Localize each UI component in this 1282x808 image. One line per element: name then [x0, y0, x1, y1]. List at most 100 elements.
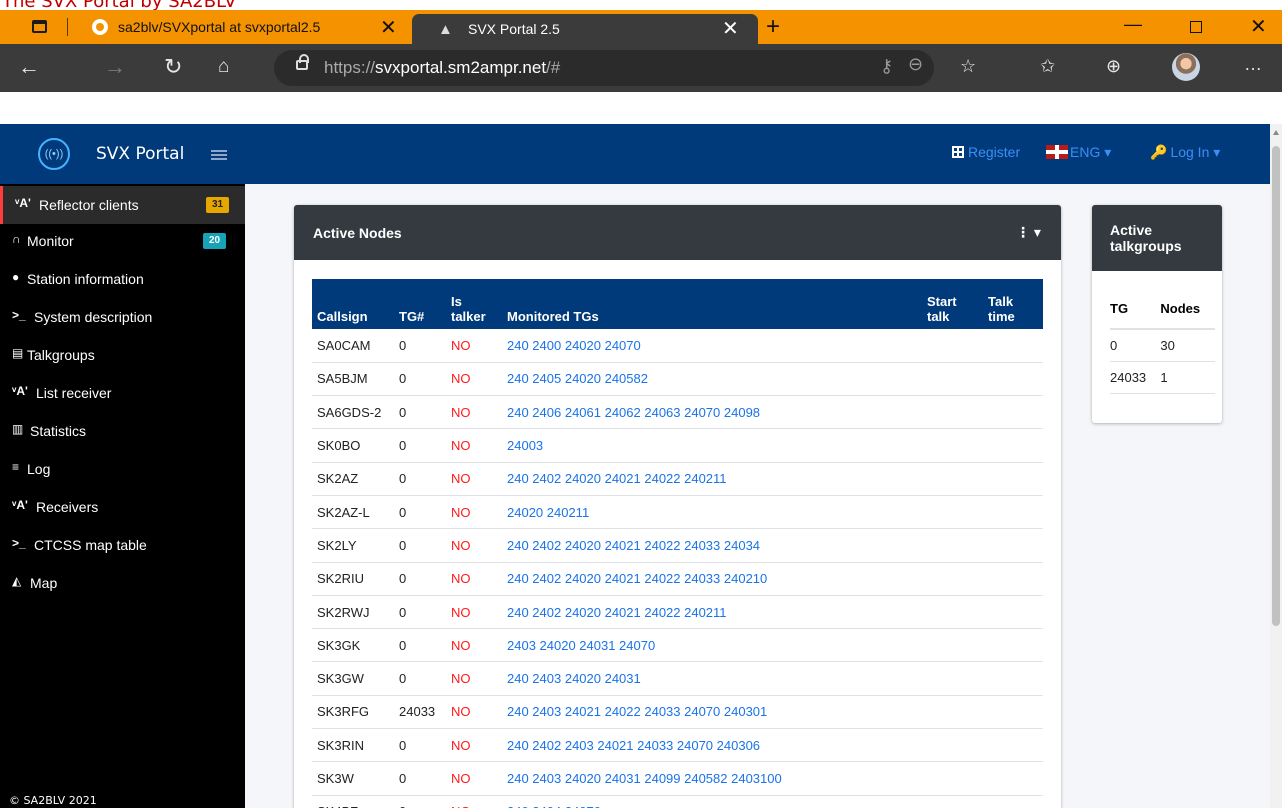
favorite-add-icon[interactable]: ☆ — [960, 56, 976, 77]
sidebar-item-monitor[interactable]: ∩ Monitor 20 — [0, 222, 245, 260]
start-talk-cell — [922, 395, 983, 430]
tg-cell: 0 — [394, 595, 446, 630]
column-header: Callsign — [317, 309, 368, 324]
forward-icon[interactable]: → — [104, 54, 126, 80]
uk-flag-icon — [1046, 145, 1068, 159]
sidebar-item-system-description[interactable]: >_ System description — [0, 298, 245, 336]
collections-icon[interactable]: ⊕ — [1106, 56, 1121, 77]
count-badge: 31 — [206, 197, 230, 213]
talk-time-cell — [983, 395, 1043, 430]
login-dropdown[interactable]: 🔑 Log In ▾ — [1150, 144, 1220, 161]
monitored-tgs-link[interactable]: 240 2402 24020 24021 24022 240211 — [502, 462, 922, 496]
browser-tab-svx-portal[interactable]: ▲ SVX Portal 2.5 ✕ — [412, 14, 758, 44]
close-tab-icon[interactable]: ✕ — [380, 15, 397, 40]
callsign-cell: SK3RFG — [312, 695, 394, 730]
monitored-tgs-link[interactable]: 24003 — [502, 428, 922, 463]
tg-cell: 0 — [394, 761, 446, 796]
back-icon[interactable]: ← — [18, 54, 40, 80]
zoom-icon[interactable]: ⊖ — [908, 54, 923, 75]
home-icon[interactable]: ⌂ — [218, 56, 229, 78]
callsign-cell: SA0CAM — [312, 329, 394, 363]
new-tab-icon[interactable]: + — [766, 13, 780, 41]
start-talk-cell — [922, 661, 983, 696]
window-close-icon[interactable]: ✕ — [1250, 14, 1267, 39]
sidebar-item-talkgroups[interactable]: ▤ Talkgroups — [0, 336, 245, 374]
monitored-tgs-link[interactable]: 2403 24020 24031 24070 — [502, 628, 922, 663]
language-dropdown[interactable]: ENG ▾ — [1046, 144, 1111, 161]
monitored-tgs-link[interactable]: 240 2402 24020 24021 24022 240211 — [502, 595, 922, 630]
monitored-tgs-link[interactable]: 240 2403 24020 24031 24099 240582 240310… — [502, 761, 922, 796]
tab-actions-icon[interactable] — [32, 20, 47, 33]
more-menu-icon[interactable]: … — [1244, 54, 1262, 75]
is-talker-cell: NO — [446, 661, 502, 696]
browser-tab-github[interactable]: sa2blv/SVXportal at svxportal2.5 ✕ — [80, 10, 406, 44]
brand-title[interactable]: SVX Portal — [96, 144, 184, 164]
minimize-icon[interactable]: — — [1124, 14, 1142, 35]
is-talker-cell: NO — [446, 695, 502, 730]
is-talker-cell: NO — [446, 595, 502, 630]
monitored-tgs-link[interactable]: 240 2400 24020 24070 — [502, 329, 922, 363]
sidebar-item-map[interactable]: ◭ Map — [0, 564, 245, 602]
tg-cell: 0 — [394, 428, 446, 463]
scroll-up-icon[interactable] — [1273, 130, 1279, 135]
tg-cell: 0 — [394, 562, 446, 596]
monitored-tgs-link[interactable]: 240 2403 24021 24022 24033 24070 240301 — [502, 695, 922, 730]
monitored-tgs-link[interactable]: 240 2402 24020 24021 24022 24033 24034 — [502, 528, 922, 563]
talk-time-cell — [983, 728, 1043, 763]
is-talker-cell: NO — [446, 395, 502, 430]
key-icon[interactable]: ⚷ — [880, 56, 893, 77]
talk-time-cell — [983, 595, 1043, 630]
monitored-tgs-link[interactable]: 240 2402 2403 24021 24033 24070 240306 — [502, 728, 922, 763]
talk-time-cell — [983, 661, 1043, 696]
start-talk-cell — [922, 595, 983, 630]
start-talk-cell — [922, 462, 983, 496]
tg-cell: 0 — [394, 528, 446, 563]
tab-separator — [67, 18, 68, 36]
sidebar-item-statistics[interactable]: ▥ Statistics — [0, 412, 245, 450]
register-link[interactable]: Register — [952, 144, 1020, 160]
key-icon: 🔑 — [1150, 144, 1168, 160]
card-header: Active talkgroups — [1092, 205, 1222, 271]
sidebar-item-list-receiver[interactable]: ᵛA' List receiver — [0, 374, 245, 412]
talk-time-cell — [983, 761, 1043, 796]
table-row: 0 30 — [1110, 329, 1215, 362]
monitored-tgs-link[interactable]: 240 2404 24070 — [502, 795, 922, 808]
sidebar-item-log[interactable]: ≡ Log — [0, 450, 245, 488]
monitored-tgs-link[interactable]: 240 2403 24020 24031 — [502, 661, 922, 696]
favorites-icon[interactable]: ✩ — [1040, 56, 1055, 77]
table-row: SK2RIU 0 NO 240 2402 24020 24021 24022 2403… — [312, 562, 1043, 596]
is-talker-cell: NO — [446, 495, 502, 530]
talk-time-cell — [983, 362, 1043, 397]
tg-cell: 0 — [394, 795, 446, 808]
active-talkgroups-table: TG Nodes 0 30 24033 1 — [1110, 289, 1215, 394]
tg-cell: 0 — [394, 462, 446, 496]
card-options-dropdown[interactable]: ⋮ ▾ — [1016, 224, 1041, 241]
profile-avatar[interactable] — [1172, 53, 1200, 81]
monitored-tgs-link[interactable]: 240 2402 24020 24021 24022 24033 240210 — [502, 562, 922, 596]
sidebar-item-station-information[interactable]: ● Station information — [0, 260, 245, 298]
monitored-tgs-link[interactable]: 240 2406 24061 24062 24063 24070 24098 — [502, 395, 922, 430]
talk-time-cell — [983, 528, 1043, 563]
table-row: SK3GK 0 NO 2403 24020 24031 24070 — [312, 628, 1043, 663]
page-scrollbar[interactable] — [1270, 124, 1282, 808]
is-talker-cell: NO — [446, 795, 502, 808]
maximize-icon[interactable] — [1190, 21, 1202, 33]
start-talk-cell — [922, 695, 983, 730]
close-tab-icon[interactable]: ✕ — [722, 16, 739, 41]
sidebar-item-ctcss-map-table[interactable]: >_ CTCSS map table — [0, 526, 245, 564]
app-header: ((•)) SVX Portal Register ENG ▾ 🔑 Log In … — [0, 124, 1270, 184]
address-bar[interactable]: https://svxportal.sm2ampr.net/# ⚷ ⊖ — [274, 50, 934, 86]
monitored-tgs-link[interactable]: 240 2405 24020 240582 — [502, 362, 922, 397]
active-talkgroups-card: Active talkgroups TG Nodes 0 30 24033 1 — [1092, 205, 1222, 423]
sidebar-item-reflector-clients[interactable]: ᵛA' Reflector clients 31 — [0, 186, 245, 224]
table-row: SK3GW 0 NO 240 2403 24020 24031 — [312, 661, 1043, 696]
tg-cell: 24033 — [394, 695, 446, 730]
hamburger-menu-icon[interactable] — [211, 150, 227, 160]
start-talk-cell — [922, 329, 983, 363]
scrollbar-thumb[interactable] — [1272, 146, 1280, 626]
table-header-row: TG Nodes — [1110, 289, 1215, 330]
sidebar-item-receivers[interactable]: ᵛA' Receivers — [0, 488, 245, 526]
table-header-row: Callsign TG# Is talker Monitored TGs Star… — [312, 279, 1043, 329]
reload-icon[interactable]: ↻ — [164, 54, 182, 80]
monitored-tgs-link[interactable]: 24020 240211 — [502, 495, 922, 530]
